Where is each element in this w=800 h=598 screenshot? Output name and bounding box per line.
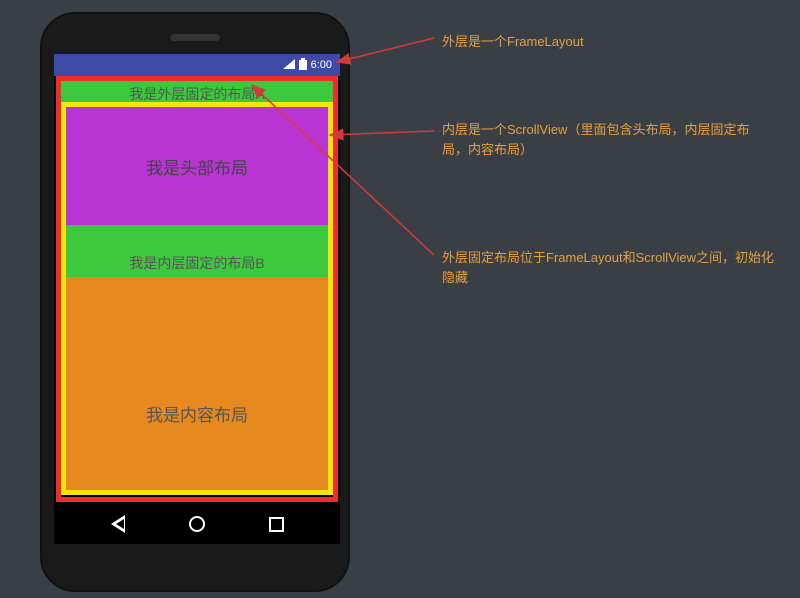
- annotation-1: 外层是一个FrameLayout: [442, 32, 584, 52]
- annotation-1-text: 外层是一个FrameLayout: [442, 34, 584, 49]
- annotation-2: 内层是一个ScrollView（里面包含头布局，内层固定布局，内容布局）: [442, 120, 772, 159]
- battery-icon: [299, 58, 307, 73]
- annotation-3-text: 外层固定布局位于FrameLayout和ScrollView之间，初始化隐藏: [442, 250, 774, 285]
- square-recent-icon: [269, 517, 284, 532]
- fixed-b-label: 我是内层固定的布局B: [129, 253, 264, 273]
- fixed-layout-b: 我是内层固定的布局B: [66, 249, 328, 277]
- green-spacer: [66, 225, 328, 249]
- arrow-1: [337, 38, 434, 62]
- content-label: 我是内容布局: [146, 401, 248, 426]
- annotation-3: 外层固定布局位于FrameLayout和ScrollView之间，初始化隐藏: [442, 248, 782, 287]
- header-layout: 我是头部布局: [66, 107, 328, 225]
- circle-home-icon: [189, 516, 205, 532]
- nav-back-button[interactable]: [103, 509, 133, 539]
- phone-screen: 6:00 我是外层固定的布局A 我是头部布局 我是内层固定的布局B 我是内容布局: [54, 54, 340, 544]
- nav-home-button[interactable]: [182, 509, 212, 539]
- triangle-back-icon-inner: [116, 519, 124, 529]
- status-bar: 6:00: [54, 54, 340, 76]
- annotation-2-text: 内层是一个ScrollView（里面包含头布局，内层固定布局，内容布局）: [442, 122, 749, 157]
- header-label: 我是头部布局: [146, 154, 248, 179]
- phone-speaker: [170, 34, 220, 41]
- fixed-a-label: 我是外层固定的布局A: [129, 84, 264, 104]
- nav-bar: [54, 504, 340, 544]
- phone-frame: 6:00 我是外层固定的布局A 我是头部布局 我是内层固定的布局B 我是内容布局: [40, 12, 350, 592]
- signal-icon: [283, 59, 295, 72]
- nav-recent-button[interactable]: [261, 509, 291, 539]
- status-time: 6:00: [311, 59, 332, 71]
- content-layout: 我是内容布局: [66, 277, 328, 490]
